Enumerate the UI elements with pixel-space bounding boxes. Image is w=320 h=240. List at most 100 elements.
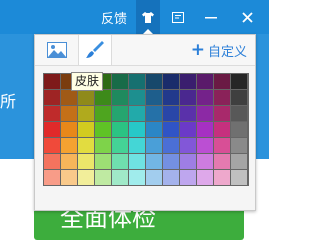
- color-swatch[interactable]: [78, 122, 94, 137]
- color-swatch[interactable]: [112, 138, 128, 153]
- image-skin-tab[interactable]: [40, 35, 74, 65]
- color-swatch[interactable]: [180, 154, 196, 169]
- color-swatch[interactable]: [231, 154, 247, 169]
- color-swatch[interactable]: [44, 74, 60, 89]
- color-swatch[interactable]: [214, 74, 230, 89]
- skin-button[interactable]: [136, 0, 160, 34]
- color-swatch[interactable]: [61, 90, 77, 105]
- color-swatch[interactable]: [146, 122, 162, 137]
- color-swatch[interactable]: [231, 122, 247, 137]
- brush-icon: [86, 41, 104, 58]
- color-swatch[interactable]: [180, 106, 196, 121]
- color-swatch[interactable]: [112, 122, 128, 137]
- skin-tooltip: 皮肤: [71, 72, 104, 91]
- color-swatch[interactable]: [163, 170, 179, 185]
- color-swatch[interactable]: [112, 74, 128, 89]
- color-swatch[interactable]: [163, 138, 179, 153]
- color-swatch[interactable]: [214, 90, 230, 105]
- color-swatch[interactable]: [112, 106, 128, 121]
- custom-skin-button[interactable]: + 自定义: [191, 35, 247, 65]
- color-swatch[interactable]: [146, 106, 162, 121]
- color-swatch[interactable]: [44, 106, 60, 121]
- color-swatch[interactable]: [214, 170, 230, 185]
- color-swatch[interactable]: [78, 154, 94, 169]
- color-swatch[interactable]: [146, 90, 162, 105]
- color-swatch[interactable]: [197, 138, 213, 153]
- color-swatch[interactable]: [197, 154, 213, 169]
- color-swatch[interactable]: [61, 138, 77, 153]
- color-swatch[interactable]: [112, 170, 128, 185]
- color-swatch[interactable]: [197, 122, 213, 137]
- color-swatch[interactable]: [44, 138, 60, 153]
- color-swatch[interactable]: [231, 170, 247, 185]
- color-swatch[interactable]: [214, 138, 230, 153]
- color-swatch[interactable]: [112, 90, 128, 105]
- close-icon: [241, 11, 253, 23]
- color-swatch[interactable]: [197, 170, 213, 185]
- skin-picker-header: + 自定义: [35, 35, 255, 66]
- color-skin-tab[interactable]: [78, 35, 112, 65]
- color-swatch[interactable]: [129, 74, 145, 89]
- menu-icon: [172, 11, 184, 23]
- color-swatch[interactable]: [163, 106, 179, 121]
- color-swatch[interactable]: [197, 74, 213, 89]
- color-swatch[interactable]: [129, 154, 145, 169]
- color-swatch[interactable]: [129, 170, 145, 185]
- color-swatch[interactable]: [197, 106, 213, 121]
- color-swatch[interactable]: [146, 170, 162, 185]
- color-swatch[interactable]: [180, 170, 196, 185]
- color-swatch[interactable]: [44, 122, 60, 137]
- color-swatch[interactable]: [129, 106, 145, 121]
- color-swatch[interactable]: [95, 170, 111, 185]
- color-swatch[interactable]: [95, 138, 111, 153]
- color-swatch[interactable]: [78, 138, 94, 153]
- background-side-text: 所: [0, 92, 17, 111]
- color-swatch[interactable]: [163, 90, 179, 105]
- custom-skin-label: 自定义: [207, 44, 247, 60]
- color-swatch[interactable]: [44, 154, 60, 169]
- color-swatch[interactable]: [146, 138, 162, 153]
- color-swatch[interactable]: [231, 74, 247, 89]
- color-swatch[interactable]: [180, 90, 196, 105]
- color-swatch[interactable]: [95, 122, 111, 137]
- color-swatch[interactable]: [163, 122, 179, 137]
- close-button[interactable]: [230, 0, 264, 34]
- color-swatch[interactable]: [129, 90, 145, 105]
- color-swatch[interactable]: [146, 74, 162, 89]
- color-swatch[interactable]: [61, 106, 77, 121]
- color-swatch[interactable]: [180, 74, 196, 89]
- color-swatch[interactable]: [95, 90, 111, 105]
- color-swatch[interactable]: [44, 170, 60, 185]
- color-swatch[interactable]: [78, 170, 94, 185]
- color-swatch[interactable]: [61, 122, 77, 137]
- color-swatch[interactable]: [129, 138, 145, 153]
- menu-button[interactable]: [164, 0, 192, 34]
- minimize-icon: [205, 16, 217, 18]
- color-swatch[interactable]: [214, 106, 230, 121]
- color-swatch[interactable]: [180, 138, 196, 153]
- minimize-button[interactable]: [196, 0, 226, 34]
- color-swatch[interactable]: [61, 170, 77, 185]
- color-swatch[interactable]: [146, 154, 162, 169]
- color-swatch[interactable]: [44, 90, 60, 105]
- color-swatch[interactable]: [129, 122, 145, 137]
- color-swatch[interactable]: [163, 74, 179, 89]
- color-swatch[interactable]: [197, 90, 213, 105]
- color-swatch[interactable]: [214, 122, 230, 137]
- feedback-button[interactable]: 反馈: [94, 0, 134, 34]
- plus-icon: +: [190, 40, 205, 60]
- color-swatch[interactable]: [231, 90, 247, 105]
- skin-picker-panel: + 自定义 皮肤: [34, 34, 256, 211]
- color-swatch[interactable]: [78, 106, 94, 121]
- color-swatch[interactable]: [214, 154, 230, 169]
- color-swatch[interactable]: [61, 154, 77, 169]
- color-swatch[interactable]: [163, 154, 179, 169]
- title-bar: 反馈: [0, 0, 269, 34]
- color-swatch[interactable]: [78, 90, 94, 105]
- color-swatch[interactable]: [95, 154, 111, 169]
- color-swatch[interactable]: [95, 106, 111, 121]
- color-swatch[interactable]: [112, 154, 128, 169]
- color-swatch[interactable]: [231, 138, 247, 153]
- color-swatch[interactable]: [231, 106, 247, 121]
- color-swatch[interactable]: [180, 122, 196, 137]
